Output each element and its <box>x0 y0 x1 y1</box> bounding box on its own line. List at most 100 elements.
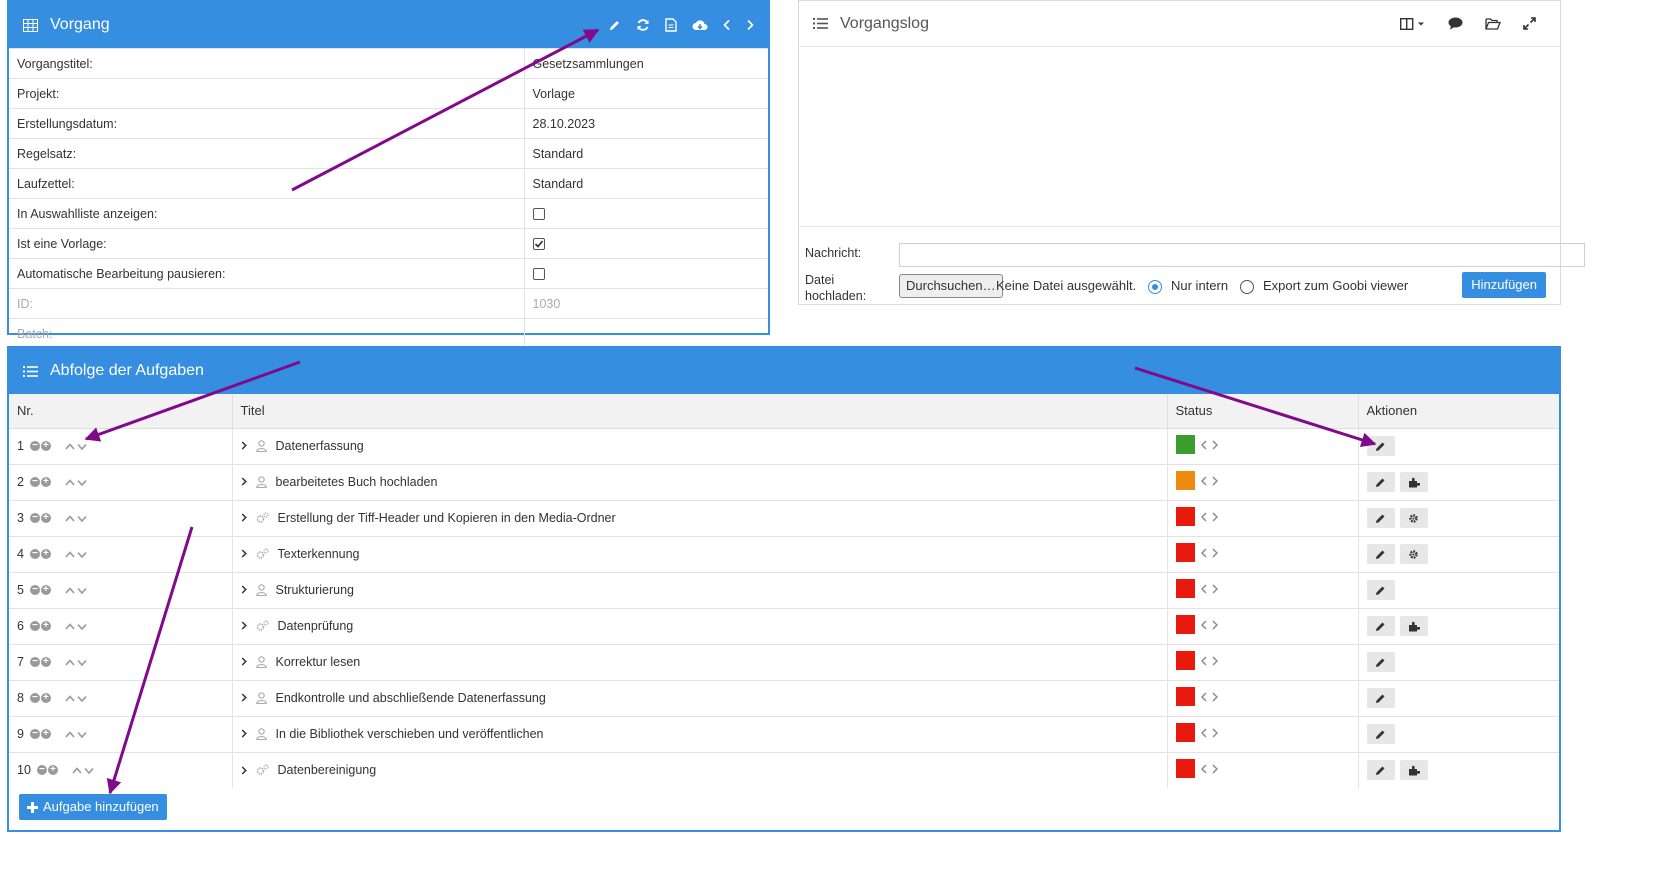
edit-task-button[interactable] <box>1366 652 1395 672</box>
edit-task-button[interactable] <box>1366 688 1395 708</box>
move-up-down-icon[interactable] <box>65 478 87 487</box>
status-change-arrows-icon[interactable] <box>1200 476 1219 486</box>
priority-plus-icon[interactable]: + <box>47 765 58 776</box>
status-change-arrows-icon[interactable] <box>1200 512 1219 522</box>
priority-minus-icon[interactable]: − <box>29 585 40 595</box>
task-nr-cell: 10 − + <box>9 751 233 788</box>
priority-minus-icon[interactable]: − <box>29 729 40 739</box>
expand-chevron-icon[interactable] <box>241 621 247 630</box>
edit-task-button[interactable] <box>1366 472 1395 492</box>
add-task-button[interactable]: Aufgabe hinzufügen <box>19 794 167 820</box>
user-icon <box>255 691 267 704</box>
expand-chevron-icon[interactable] <box>241 693 247 702</box>
priority-minus-icon[interactable]: − <box>36 765 47 776</box>
move-up-down-icon[interactable] <box>65 658 87 667</box>
priority-plus-icon[interactable]: + <box>40 585 51 595</box>
move-up-down-icon[interactable] <box>65 550 87 559</box>
task-title: Texterkennung <box>277 546 360 561</box>
priority-minus-icon[interactable]: − <box>29 441 40 451</box>
table-row: 5 − + Strukturierung <box>9 571 1559 608</box>
move-up-down-icon[interactable] <box>65 730 87 739</box>
expand-chevron-icon[interactable] <box>241 585 247 594</box>
edit-task-button[interactable] <box>1366 436 1395 456</box>
pencil-icon <box>1375 513 1386 524</box>
status-change-arrows-icon[interactable] <box>1200 692 1219 702</box>
edit-task-button[interactable] <box>1366 724 1395 744</box>
refresh-icon[interactable] <box>636 18 650 32</box>
automatic-settings-button[interactable] <box>1399 508 1428 528</box>
priority-minus-icon[interactable]: − <box>29 513 40 523</box>
cloud-download-icon[interactable] <box>692 19 708 32</box>
move-up-down-icon[interactable] <box>65 694 87 703</box>
edit-task-button[interactable] <box>1366 616 1395 636</box>
folder-open-icon[interactable] <box>1485 17 1501 30</box>
priority-minus-icon[interactable]: − <box>29 621 40 631</box>
expand-chevron-icon[interactable] <box>241 657 247 666</box>
status-change-arrows-icon[interactable] <box>1200 440 1219 450</box>
puzzle-icon <box>1408 621 1420 632</box>
priority-plus-icon[interactable]: + <box>40 621 51 631</box>
status-badge <box>1175 615 1195 634</box>
chevron-left-icon[interactable] <box>723 19 731 31</box>
status-change-arrows-icon[interactable] <box>1200 584 1219 594</box>
priority-minus-icon[interactable]: − <box>29 549 40 559</box>
expand-icon[interactable] <box>1523 17 1536 30</box>
pencil-icon <box>1375 621 1386 632</box>
expand-chevron-icon[interactable] <box>241 765 247 775</box>
table-icon <box>23 18 38 32</box>
radio-export[interactable] <box>1240 278 1254 294</box>
priority-plus-icon[interactable]: + <box>40 513 51 523</box>
edit-task-button[interactable] <box>1366 580 1395 600</box>
task-title-cell: Datenprüfung <box>232 607 1168 644</box>
move-up-down-icon[interactable] <box>65 622 87 631</box>
document-export-icon[interactable] <box>665 18 677 32</box>
task-title-cell: Datenbereinigung <box>232 751 1168 788</box>
move-up-down-icon[interactable] <box>65 514 87 523</box>
expand-chevron-icon[interactable] <box>241 441 247 450</box>
vorgangslog-title: Vorgangslog <box>840 14 929 32</box>
edit-task-button[interactable] <box>1366 508 1395 528</box>
property-value: Vorlage <box>524 78 768 109</box>
add-message-button[interactable]: Hinzufügen <box>1462 272 1546 298</box>
automatic-settings-button[interactable] <box>1399 544 1428 564</box>
pencil-icon[interactable] <box>608 19 621 32</box>
columns-dropdown-icon[interactable] <box>1400 17 1426 30</box>
status-change-arrows-icon[interactable] <box>1200 548 1219 558</box>
priority-plus-icon[interactable]: + <box>40 693 51 703</box>
status-change-arrows-icon[interactable] <box>1200 620 1219 630</box>
priority-plus-icon[interactable]: + <box>40 441 51 451</box>
plugin-button[interactable] <box>1399 760 1428 781</box>
move-up-down-icon[interactable] <box>65 586 87 595</box>
task-nr: 5 <box>17 583 24 597</box>
priority-plus-icon[interactable]: + <box>40 477 51 487</box>
message-input[interactable] <box>899 243 1585 267</box>
radio-internal[interactable] <box>1148 278 1162 294</box>
expand-chevron-icon[interactable] <box>241 477 247 486</box>
table-row: 4 − + Texterkennung <box>9 535 1559 572</box>
plugin-button[interactable] <box>1399 472 1428 492</box>
priority-plus-icon[interactable]: + <box>40 549 51 559</box>
priority-minus-icon[interactable]: − <box>29 657 40 667</box>
expand-chevron-icon[interactable] <box>241 513 247 522</box>
comment-icon[interactable] <box>1448 17 1463 30</box>
status-change-arrows-icon[interactable] <box>1200 764 1219 774</box>
move-up-down-icon[interactable] <box>65 442 87 451</box>
expand-chevron-icon[interactable] <box>241 729 247 738</box>
priority-plus-icon[interactable]: + <box>40 657 51 667</box>
status-change-arrows-icon[interactable] <box>1200 728 1219 738</box>
expand-chevron-icon[interactable] <box>241 549 247 558</box>
priority-minus-icon[interactable]: − <box>29 693 40 703</box>
move-up-down-icon[interactable] <box>72 766 94 775</box>
browse-button[interactable]: Durchsuchen… <box>899 274 1003 298</box>
plugin-button[interactable] <box>1399 616 1428 636</box>
priority-plus-icon[interactable]: + <box>40 729 51 739</box>
edit-task-button[interactable] <box>1366 760 1395 781</box>
task-nr: 10 <box>17 763 31 778</box>
task-title: Korrektur lesen <box>275 654 361 669</box>
status-change-arrows-icon[interactable] <box>1200 656 1219 666</box>
edit-task-button[interactable] <box>1366 544 1395 564</box>
chevron-right-icon[interactable] <box>746 19 754 31</box>
table-row: Regelsatz: Standard <box>9 138 768 169</box>
priority-minus-icon[interactable]: − <box>29 477 40 487</box>
task-title-cell: Texterkennung <box>232 535 1168 572</box>
